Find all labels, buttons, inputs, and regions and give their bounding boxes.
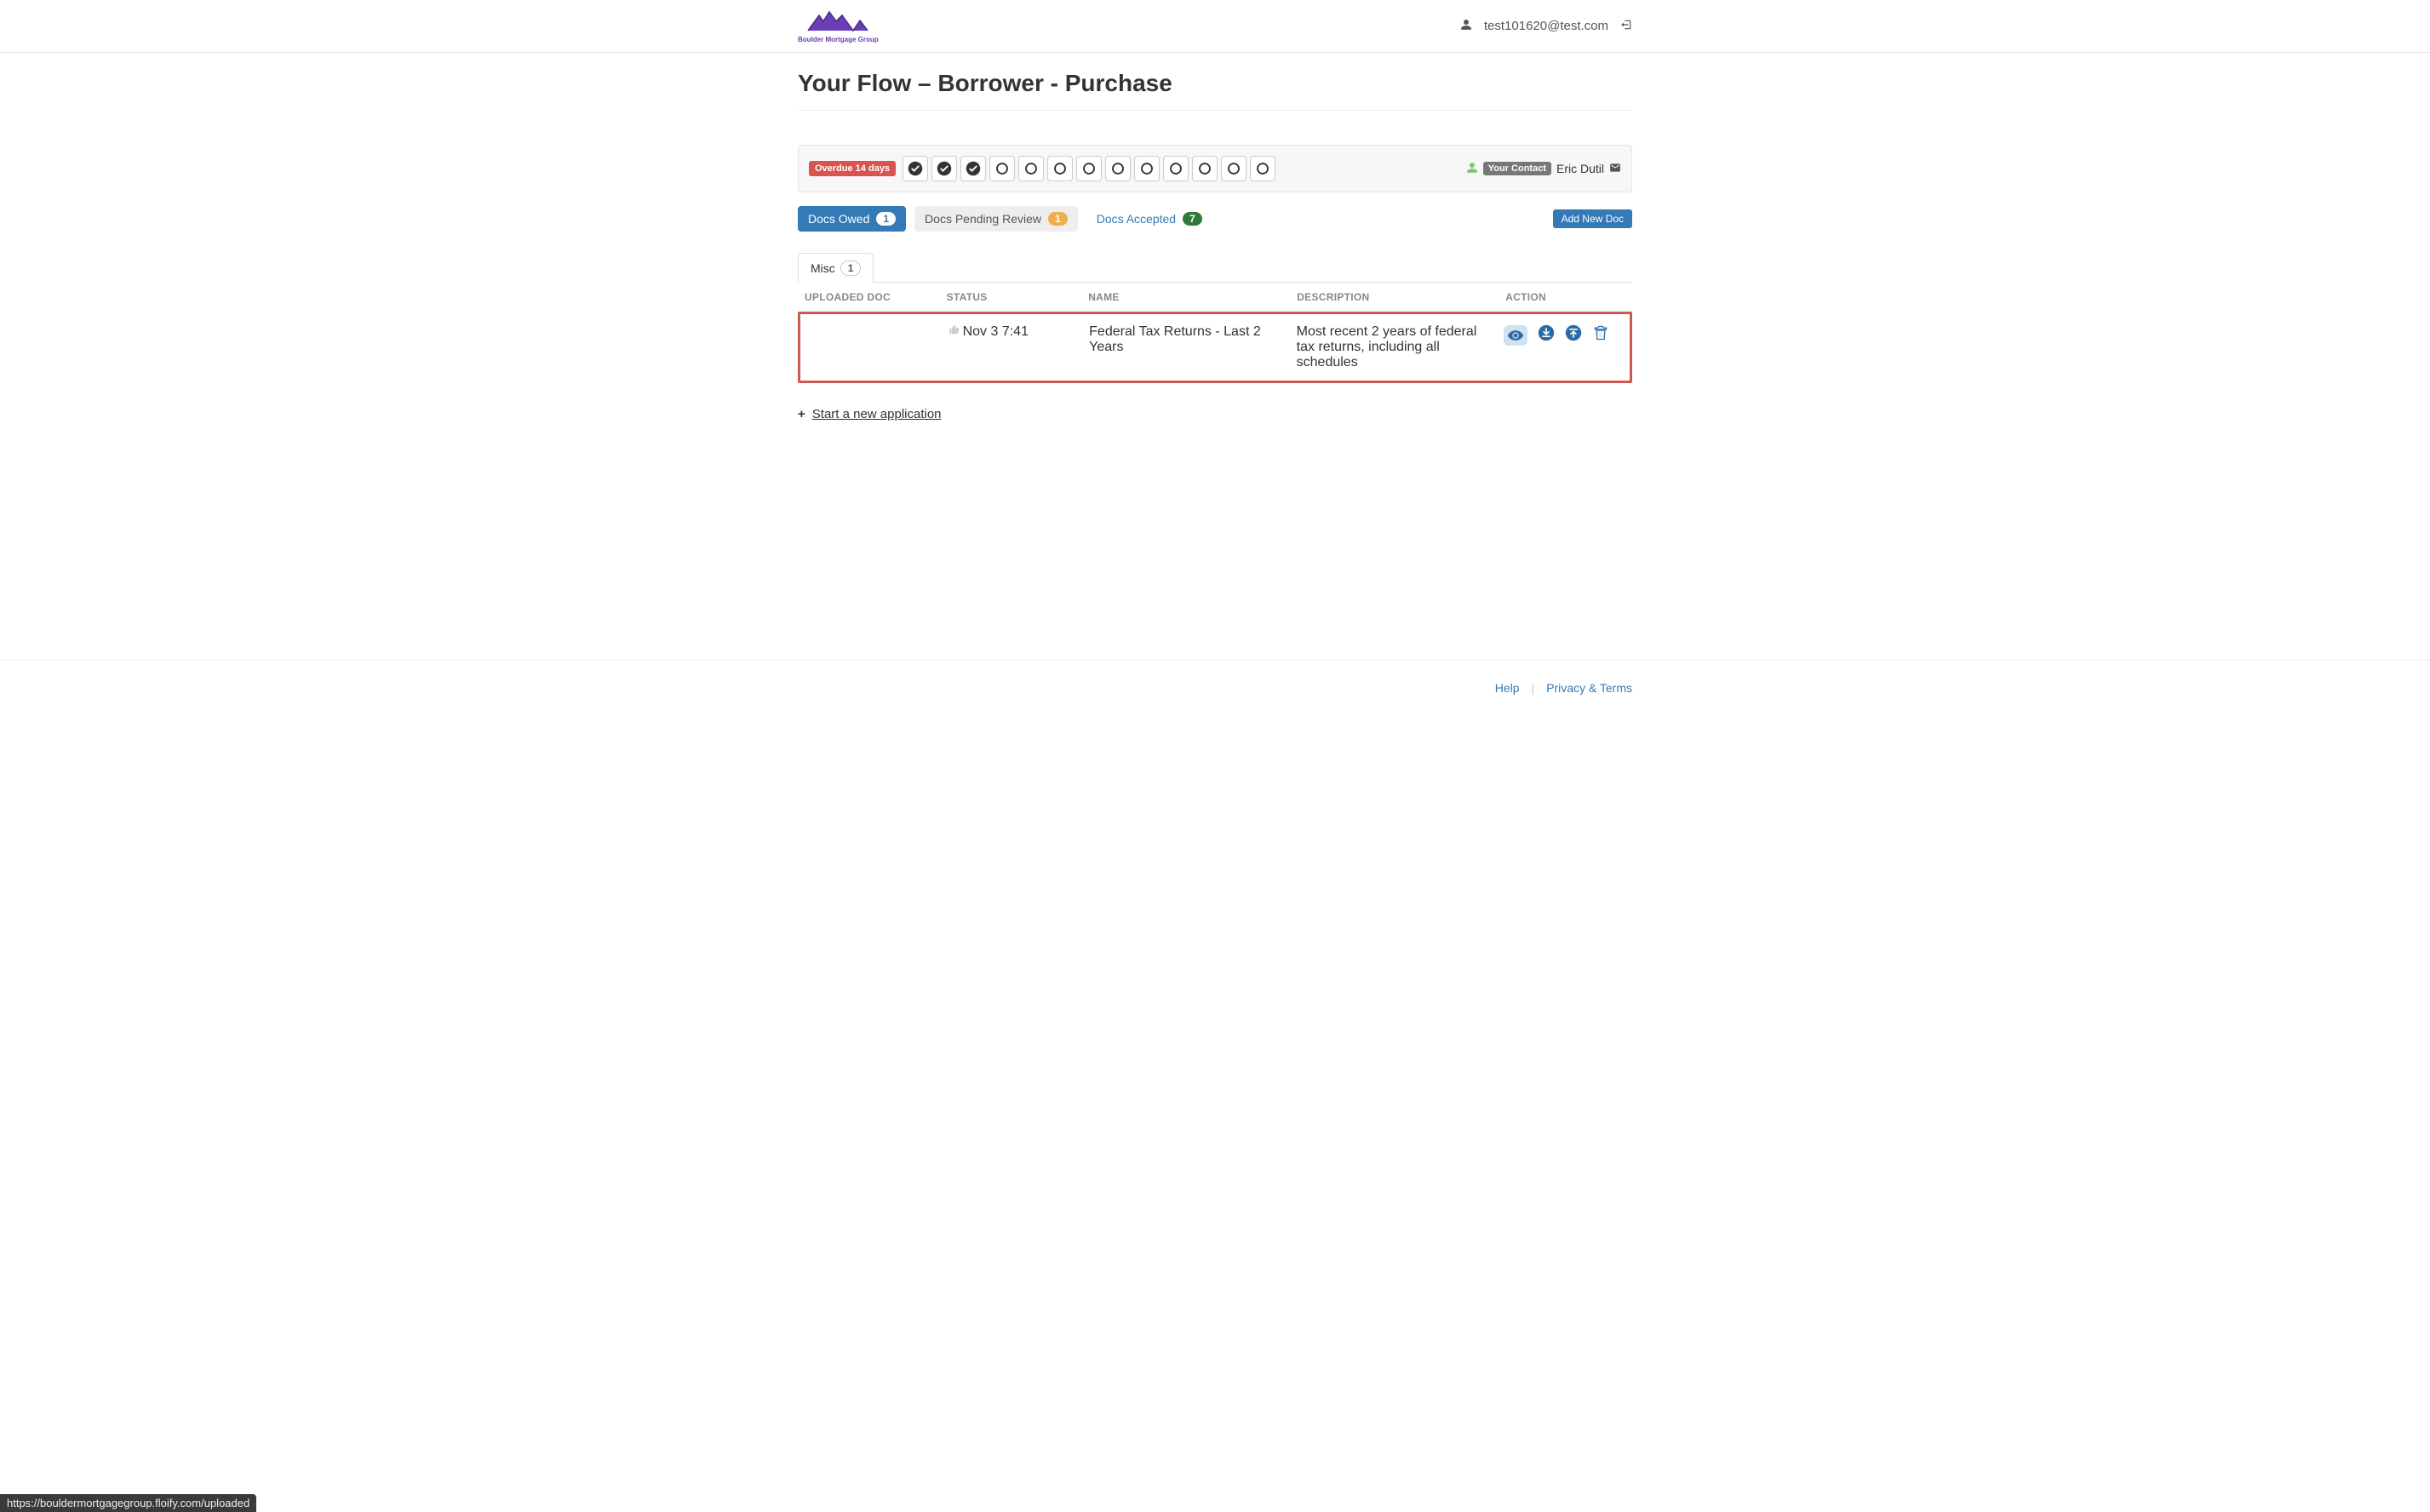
footer-help-link[interactable]: Help (1495, 681, 1520, 695)
doc-tabs-row: Docs Owed 1 Docs Pending Review 1 Docs A… (798, 206, 1632, 232)
progress-step-13[interactable] (1250, 156, 1275, 181)
subtab-misc-count: 1 (840, 261, 862, 276)
subtab-misc-label: Misc (811, 261, 835, 275)
table-header: UPLOADED DOC STATUS NAME DESCRIPTION ACT… (798, 283, 1632, 312)
th-uploaded: UPLOADED DOC (798, 283, 940, 312)
contact-area: Your Contact Eric Dutil (1466, 162, 1621, 176)
thumbs-up-icon (949, 324, 960, 338)
cell-action (1497, 314, 1630, 381)
progress-step-2[interactable] (931, 156, 957, 181)
progress-step-12[interactable] (1221, 156, 1247, 181)
th-action: ACTION (1499, 283, 1632, 312)
cell-description: Most recent 2 years of federal tax retur… (1290, 314, 1498, 381)
start-new-application-link[interactable]: Start a new application (812, 407, 942, 421)
contact-badge: Your Contact (1483, 162, 1551, 175)
progress-step-11[interactable] (1192, 156, 1218, 181)
tab-docs-owed-label: Docs Owed (808, 212, 869, 226)
plus-icon: + (798, 407, 805, 421)
delete-icon[interactable] (1592, 324, 1609, 346)
add-new-doc-button[interactable]: Add New Doc (1553, 209, 1632, 228)
progress-step-8[interactable] (1105, 156, 1131, 181)
status-url: https://bouldermortgagegroup.floify.com/… (0, 1494, 256, 1512)
progress-step-4[interactable] (989, 156, 1015, 181)
footer-privacy-link[interactable]: Privacy & Terms (1546, 681, 1632, 695)
view-icon[interactable] (1504, 325, 1527, 346)
table-row: Nov 3 7:41 Federal Tax Returns - Last 2 … (798, 312, 1632, 383)
logo-text: Boulder Mortgage Group (798, 36, 879, 43)
logo[interactable]: Boulder Mortgage Group (798, 9, 879, 43)
tab-docs-pending[interactable]: Docs Pending Review 1 (914, 206, 1078, 232)
tab-docs-pending-count: 1 (1048, 212, 1068, 226)
tab-docs-accepted[interactable]: Docs Accepted 7 (1086, 206, 1212, 232)
progress-step-6[interactable] (1047, 156, 1073, 181)
download-icon[interactable] (1538, 324, 1555, 346)
cell-status: Nov 3 7:41 (942, 314, 1083, 381)
subtabs: Misc 1 (798, 252, 1632, 283)
tab-docs-owed-count: 1 (876, 212, 896, 226)
progress-step-3[interactable] (960, 156, 986, 181)
start-new-application-row: + Start a new application (798, 407, 1632, 421)
progress-panel: Overdue 14 days Your Contact Eric Dutil (798, 145, 1632, 192)
subtab-misc[interactable]: Misc 1 (798, 253, 874, 283)
progress-step-5[interactable] (1018, 156, 1044, 181)
user-area: test101620@test.com (1460, 19, 1632, 34)
progress-step-1[interactable] (903, 156, 928, 181)
logout-icon[interactable] (1620, 19, 1632, 34)
mail-icon[interactable] (1609, 162, 1621, 176)
tab-docs-pending-label: Docs Pending Review (925, 212, 1041, 226)
tab-docs-owed[interactable]: Docs Owed 1 (798, 206, 906, 232)
progress-step-10[interactable] (1163, 156, 1189, 181)
person-icon (1466, 162, 1478, 176)
th-name: NAME (1081, 283, 1290, 312)
cell-name: Federal Tax Returns - Last 2 Years (1082, 314, 1290, 381)
cell-uploaded (800, 314, 942, 381)
footer: Help | Privacy & Terms (0, 660, 2430, 715)
separator (798, 110, 1632, 111)
user-email[interactable]: test101620@test.com (1484, 19, 1608, 33)
th-status: STATUS (940, 283, 1082, 312)
contact-name: Eric Dutil (1556, 162, 1604, 175)
topbar: Boulder Mortgage Group test101620@test.c… (0, 0, 2430, 53)
tab-docs-accepted-count: 7 (1183, 212, 1202, 226)
tab-docs-accepted-label: Docs Accepted (1097, 212, 1176, 226)
progress-step-9[interactable] (1134, 156, 1160, 181)
th-description: DESCRIPTION (1290, 283, 1499, 312)
overdue-badge: Overdue 14 days (809, 161, 896, 176)
footer-divider: | (1531, 681, 1534, 695)
status-time: Nov 3 7:41 (963, 324, 1029, 340)
user-icon (1460, 19, 1472, 34)
progress-step-7[interactable] (1076, 156, 1102, 181)
logo-mountains-icon (804, 9, 872, 34)
page-title: Your Flow – Borrower - Purchase (798, 70, 1632, 97)
upload-icon[interactable] (1565, 324, 1582, 346)
